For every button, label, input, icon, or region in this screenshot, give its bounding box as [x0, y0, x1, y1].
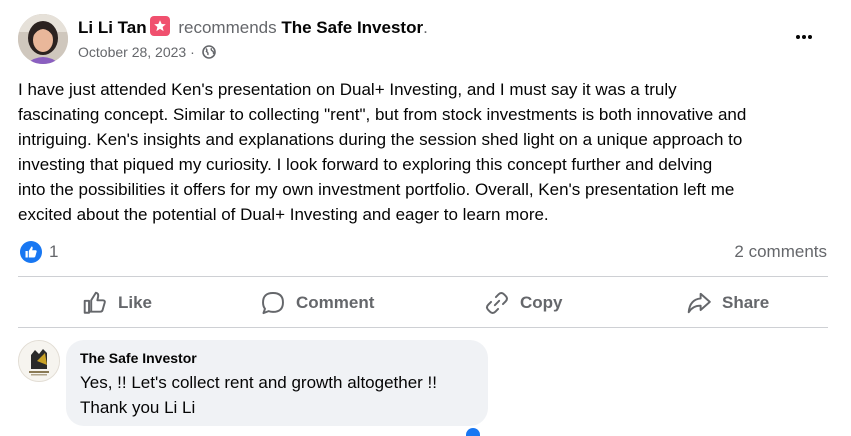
more-options-button[interactable]: [786, 22, 822, 52]
share-arrow-icon: [687, 292, 711, 314]
post-header: Li Li Tan recommends The Safe Investor.: [78, 16, 428, 38]
like-reaction-icon[interactable]: [20, 241, 42, 263]
author-avatar[interactable]: [18, 14, 68, 64]
more-options-icon: [796, 35, 800, 39]
meta-separator: ·: [190, 44, 195, 60]
globe-icon: [201, 45, 216, 59]
divider-bottom: [18, 327, 828, 328]
like-count[interactable]: 1: [49, 242, 58, 262]
trailing-period: .: [423, 18, 428, 37]
share-label: Share: [722, 293, 770, 312]
post-meta: October 28, 2023 ·: [78, 44, 216, 60]
post-date[interactable]: October 28, 2023: [78, 44, 186, 60]
like-label: Like: [118, 293, 153, 312]
comment-text: Yes, !! Let's collect rent and growth al…: [80, 373, 437, 417]
share-button[interactable]: Share: [686, 282, 769, 324]
comments-count-link[interactable]: 2 comments: [734, 242, 827, 262]
recommendation-star-icon: [149, 16, 170, 36]
copy-label: Copy: [520, 293, 563, 312]
author-name[interactable]: Li Li Tan: [78, 18, 147, 37]
link-icon: [486, 292, 508, 314]
like-button[interactable]: Like: [82, 282, 152, 324]
post-body: I have just attended Ken's presentation …: [18, 80, 747, 224]
page-name-link[interactable]: The Safe Investor: [281, 18, 423, 37]
commenter-avatar[interactable]: [18, 340, 60, 382]
comment-button[interactable]: Comment: [260, 282, 374, 324]
copy-button[interactable]: Copy: [484, 282, 563, 324]
divider-top: [18, 276, 828, 277]
thumbs-up-icon: [83, 291, 106, 314]
recommends-text: recommends: [178, 18, 277, 37]
comment-bubble: The Safe Investor Yes, !! Let's collect …: [66, 340, 488, 426]
comment-author[interactable]: The Safe Investor: [80, 350, 197, 366]
post-card: Li Li Tan recommends The Safe Investor. …: [0, 0, 851, 436]
comment-label: Comment: [296, 293, 375, 312]
comment-reaction-icon[interactable]: [466, 428, 480, 436]
comment-bubble-icon: [262, 292, 284, 315]
